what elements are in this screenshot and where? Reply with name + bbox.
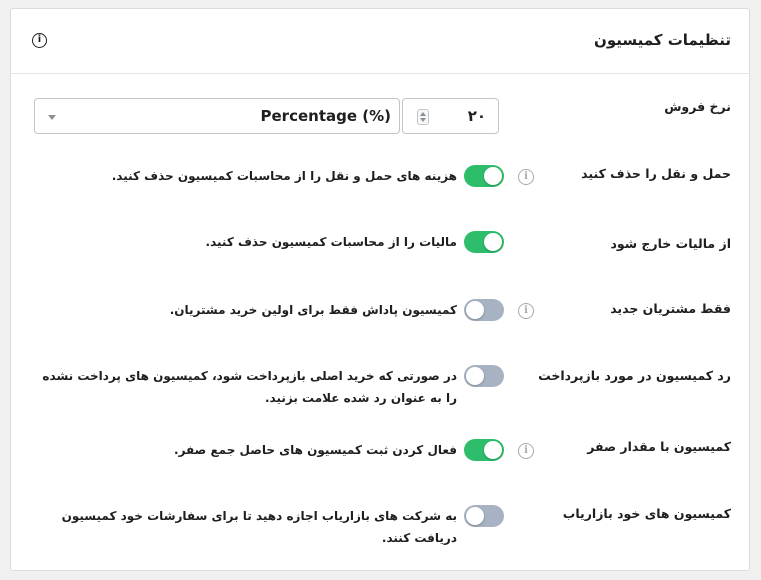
setting-label-reject-refund: رد کمیسیون در مورد بازپرداخت xyxy=(538,368,731,383)
number-spinner-icon[interactable] xyxy=(417,109,429,125)
info-circle-icon[interactable]: i xyxy=(32,33,47,48)
toggle-knob xyxy=(466,301,484,319)
setting-label-self-commission: کمیسیون های خود بازاریاب xyxy=(562,506,731,521)
setting-label-new-customers: فقط مشتریان جدید xyxy=(610,301,731,316)
toggle-self-commission[interactable] xyxy=(464,505,504,527)
setting-label-zero-commission: کمیسیون با مقدار صفر xyxy=(587,439,731,454)
commission-rate-label: نرخ فروش xyxy=(664,99,731,114)
commission-type-select[interactable]: Percentage (%) xyxy=(34,98,400,134)
setting-desc-zero-commission: فعال کردن ثبت کمیسیون های حاصل جمع صفر. xyxy=(174,443,457,457)
setting-label-exclude-tax: از مالیات خارج شود xyxy=(610,236,731,251)
card-header: تنظیمات کمیسیون i xyxy=(11,9,749,74)
setting-desc-new-customers: کمیسیون پاداش فقط برای اولین خرید مشتریا… xyxy=(169,303,457,317)
toggle-knob xyxy=(484,233,502,251)
toggle-zero-commission[interactable] xyxy=(464,439,504,461)
commission-rate-input[interactable]: ۲۰ xyxy=(402,98,499,134)
toggle-knob xyxy=(484,441,502,459)
commission-rate-value: ۲۰ xyxy=(467,107,486,125)
toggle-exclude-tax[interactable] xyxy=(464,231,504,253)
chevron-down-icon xyxy=(48,115,56,120)
toggle-reject-refund[interactable] xyxy=(464,365,504,387)
info-icon[interactable]: i xyxy=(518,303,534,319)
toggle-exclude-shipping[interactable] xyxy=(464,165,504,187)
setting-label-exclude-shipping: حمل و نقل را حذف کنید xyxy=(581,166,731,181)
info-icon[interactable]: i xyxy=(518,169,534,185)
toggle-knob xyxy=(466,367,484,385)
toggle-knob xyxy=(466,507,484,525)
commission-settings-card: تنظیمات کمیسیون i نرخ فروش ۲۰ Percentage… xyxy=(10,8,750,571)
setting-desc-exclude-shipping: هزینه های حمل و نقل را از محاسبات کمیسیو… xyxy=(111,169,457,183)
setting-desc-exclude-tax: مالیات را از محاسبات کمیسیون حذف کنید. xyxy=(205,235,457,249)
toggle-new-customers[interactable] xyxy=(464,299,504,321)
commission-type-value: Percentage (%) xyxy=(260,107,391,125)
setting-desc-reject-refund: در صورتی که خرید اصلی بازپرداخت شود، کمی… xyxy=(42,369,457,405)
setting-desc-self-commission: به شرکت های بازاریاب اجازه دهید تا برای … xyxy=(61,509,457,545)
info-icon[interactable]: i xyxy=(518,443,534,459)
page-title: تنظیمات کمیسیون xyxy=(594,31,731,49)
toggle-knob xyxy=(484,167,502,185)
